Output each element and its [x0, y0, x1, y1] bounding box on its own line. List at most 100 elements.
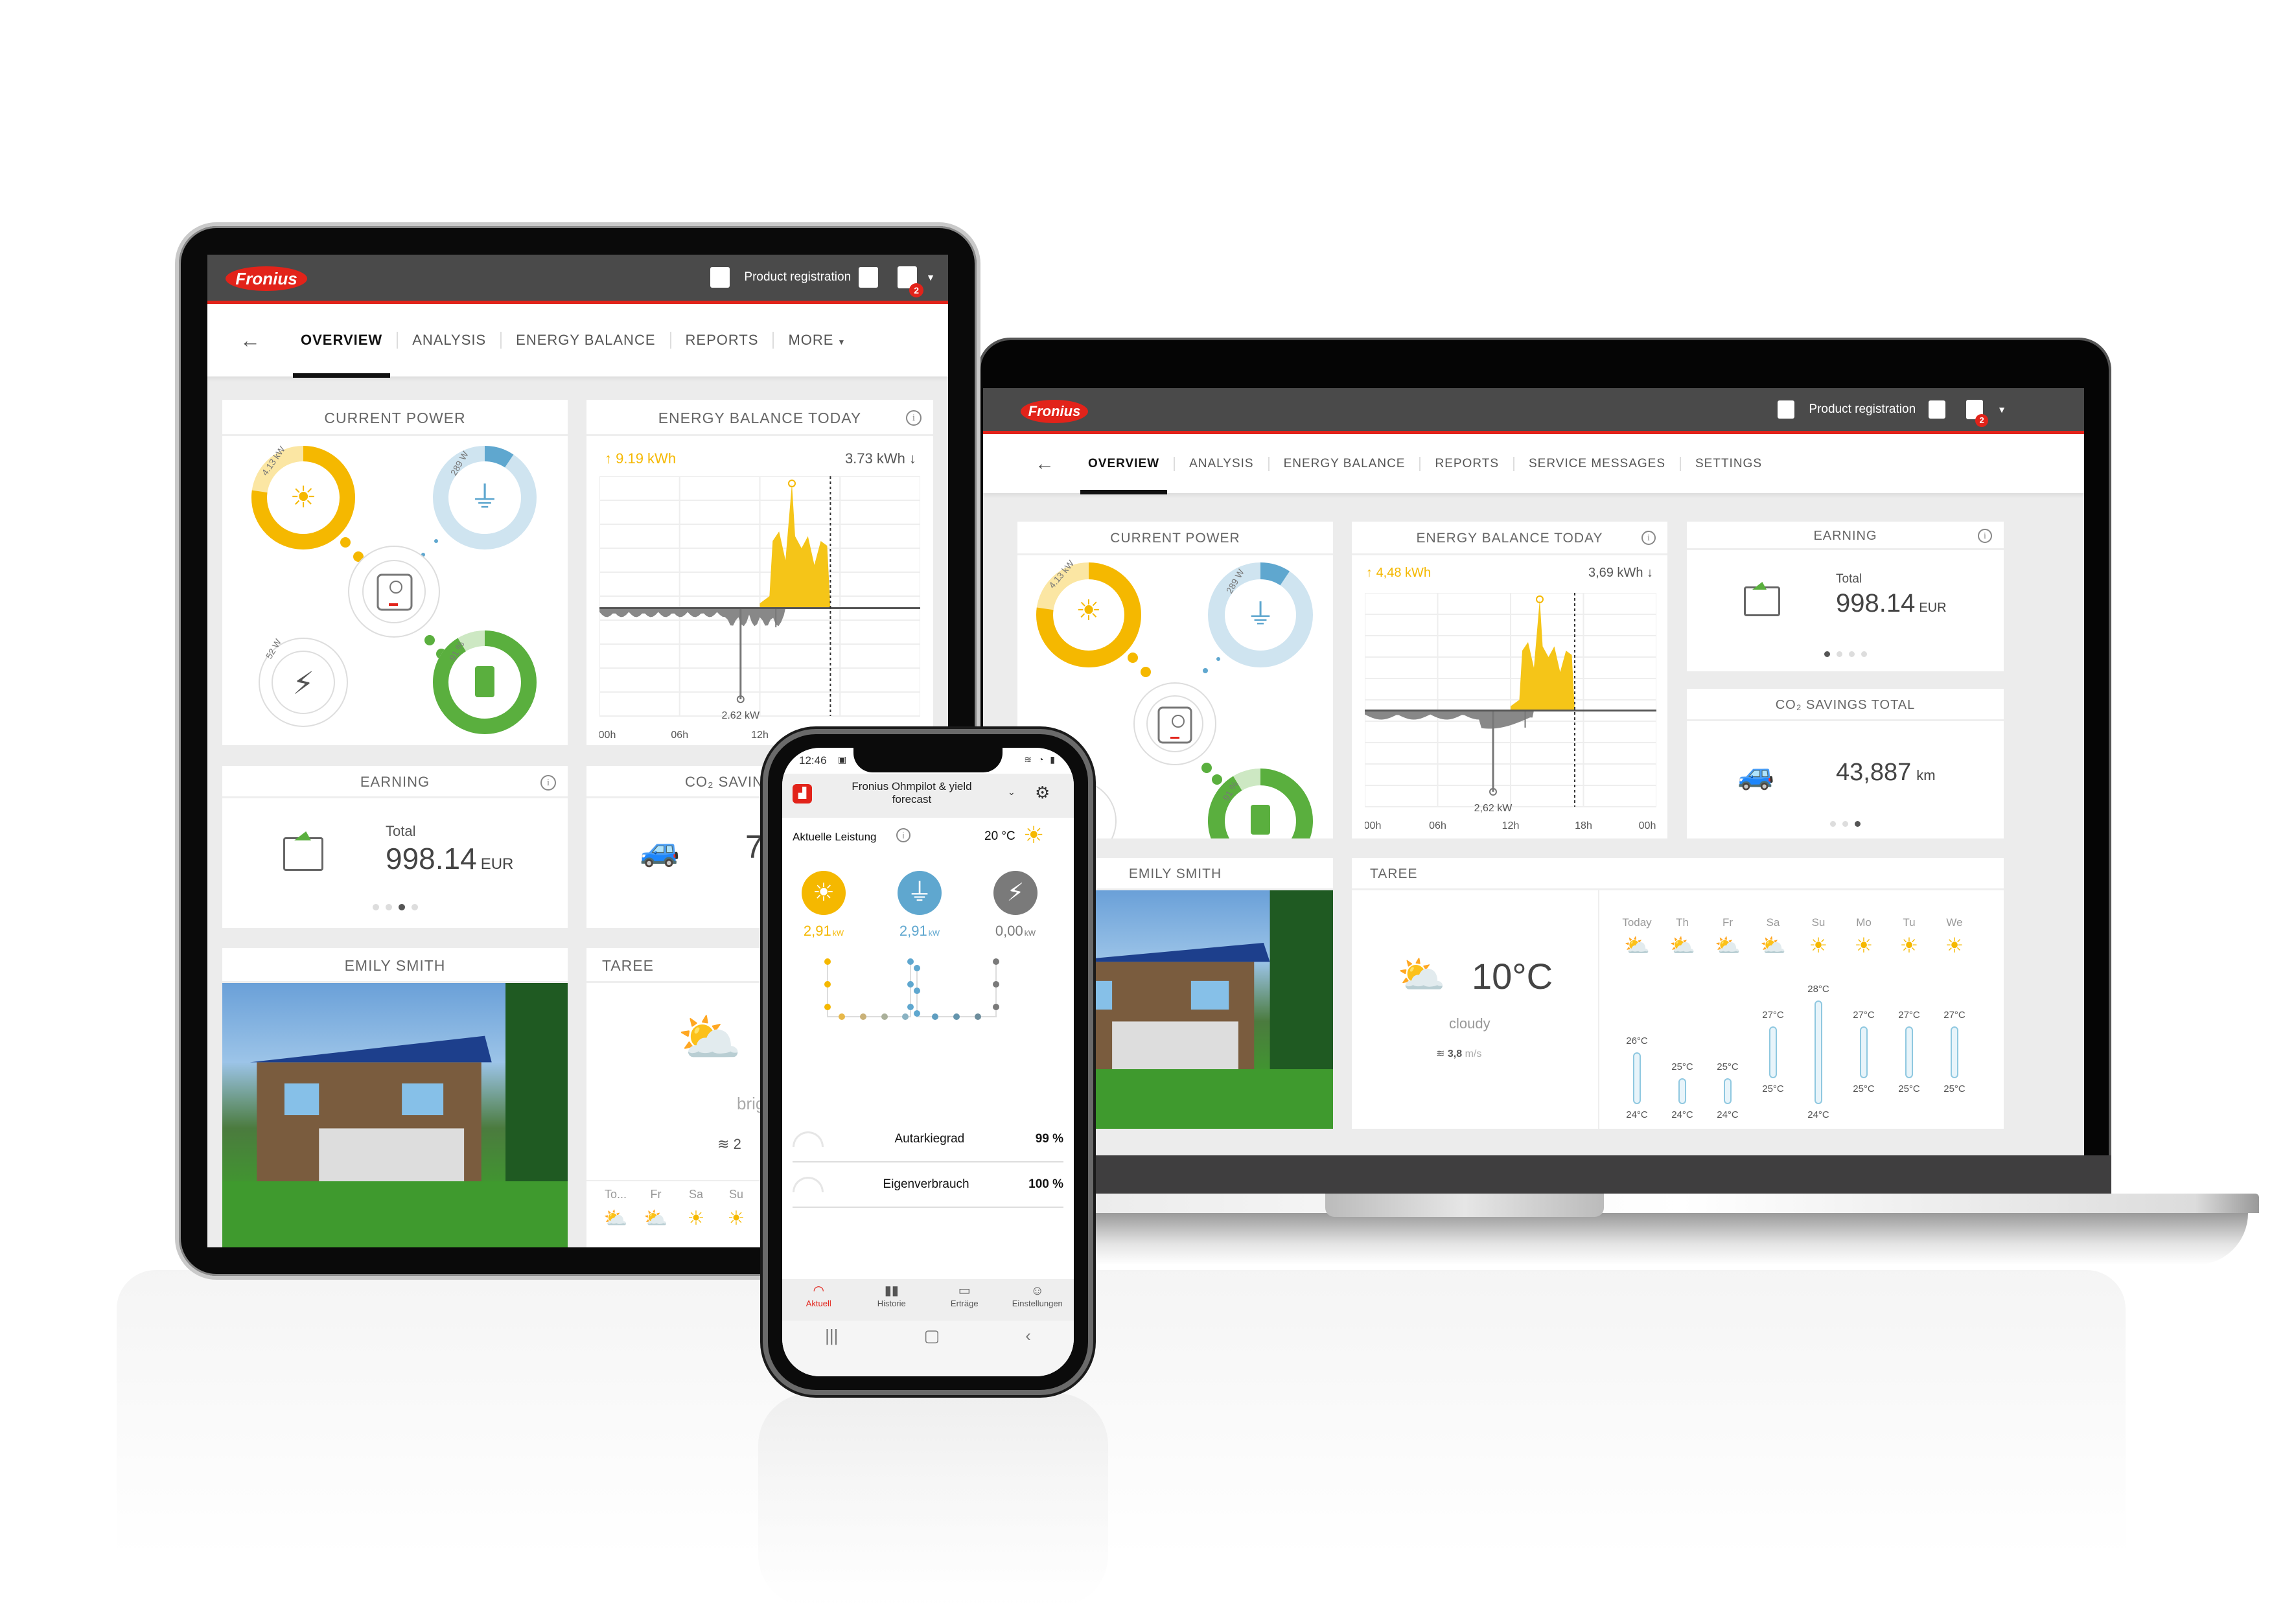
temperature-range-bar	[1905, 1026, 1913, 1078]
tab-service-messages[interactable]: SERVICE MESSAGES	[1513, 456, 1680, 471]
grid-pylon-icon: ⚡	[292, 667, 314, 701]
forecast-day-label: Su	[1811, 916, 1826, 929]
tab-more[interactable]: MORE ▼	[772, 332, 860, 349]
forecast-high: 27°C	[1898, 1010, 1920, 1021]
pager-dot[interactable]	[1848, 651, 1855, 657]
forecast-day-label: Sa	[688, 1188, 704, 1201]
pager-dot[interactable]	[1842, 821, 1848, 827]
pager-dot[interactable]	[1861, 651, 1867, 657]
wind-icon: ≋	[1436, 1048, 1445, 1059]
temperature-range-bar	[1633, 1052, 1641, 1104]
temperature-range-bar	[1724, 1078, 1732, 1104]
app-header: ▟ Fronius Ohmpilot & yield forecast ⌄ ⚙	[782, 774, 1074, 818]
pager-dot[interactable]	[1824, 651, 1830, 657]
tab-reports[interactable]: REPORTS	[1419, 456, 1513, 471]
laptop-base-shadow	[978, 1213, 2248, 1265]
registration-certificate-icon[interactable]	[859, 267, 879, 288]
pager-dot[interactable]	[372, 904, 379, 910]
info-icon[interactable]: i	[540, 775, 556, 791]
forecast-sun-icon: ☀	[727, 1208, 745, 1229]
tab-reports[interactable]: REPORTS	[669, 332, 773, 349]
plug-icon: ⏚	[470, 480, 500, 514]
back-icon[interactable]: ‹	[1025, 1326, 1031, 1346]
pager-dot[interactable]	[1836, 651, 1842, 657]
tab-settings[interactable]: SETTINGS	[1680, 456, 1776, 471]
tab-overview[interactable]: OVERVIEW	[286, 332, 397, 378]
account-dropdown-icon[interactable]: ▼	[1997, 404, 2006, 415]
forecast-day-label: Su	[728, 1188, 744, 1201]
forecast-day-label: To...	[604, 1188, 627, 1201]
forecast-sun-icon: ☀	[1945, 934, 1964, 957]
wallet-icon	[283, 831, 323, 871]
tab-overview[interactable]: OVERVIEW	[1074, 457, 1174, 494]
forecast-sun-icon: ☀	[1854, 934, 1873, 957]
pager-dot[interactable]	[411, 904, 418, 910]
metric-value: 99 %	[1035, 1132, 1063, 1146]
forecast-day-label: Mo	[1856, 916, 1872, 929]
user-account-icon[interactable]: 2	[898, 266, 924, 297]
back-arrow-icon[interactable]: ←	[1035, 453, 1054, 475]
tab-aktuell[interactable]: ◠ Aktuell	[782, 1279, 855, 1321]
pager-dot[interactable]	[1830, 821, 1836, 827]
account-dropdown-icon[interactable]: ▼	[926, 272, 935, 283]
pager-dot[interactable]	[398, 904, 405, 910]
laptop-chin	[980, 1155, 2111, 1196]
tab-analysis[interactable]: ANALYSIS	[1174, 456, 1268, 471]
info-icon[interactable]: i	[1978, 529, 1992, 543]
current-temperature: 10°C	[1472, 956, 1553, 997]
registration-certificate-icon[interactable]	[1929, 400, 1946, 419]
co2-value: 43,887 km	[1836, 759, 1936, 786]
earning-card: EARNING i Total 998.14 EUR	[1687, 522, 2004, 671]
tablet-nav: ← OVERVIEW ANALYSIS ENERGY BALANCE REPORTS M…	[207, 304, 948, 378]
earning-pager[interactable]	[1687, 649, 2004, 660]
wind-speed: ≋ 3,8 m/s	[1436, 1048, 1482, 1059]
support-headset-icon[interactable]	[1778, 400, 1795, 419]
pager-dot[interactable]	[385, 904, 392, 910]
metric-row[interactable]: Eigenverbrauch 100 %	[793, 1162, 1063, 1208]
tab-analysis[interactable]: ANALYSIS	[397, 332, 500, 349]
pager-dot[interactable]	[1855, 821, 1861, 827]
laptop-app-header: Fronius Product registration 2 ▼	[983, 388, 2084, 434]
x-tick-label: 06h	[1429, 820, 1446, 831]
co2-pager[interactable]	[1687, 818, 2004, 830]
product-registration-link[interactable]: Product registration	[744, 270, 851, 284]
notification-badge: 2	[909, 283, 924, 297]
energy-produced: ↑ 9.19 kWh	[605, 450, 677, 467]
support-headset-icon[interactable]	[710, 267, 730, 288]
forecast-day-label: Tu	[1903, 916, 1916, 929]
product-registration-link[interactable]: Product registration	[1809, 402, 1916, 417]
wind-speed: ≋ 2	[717, 1136, 741, 1152]
home-icon[interactable]: ▢	[924, 1326, 940, 1346]
info-icon[interactable]: i	[1641, 531, 1656, 545]
forecast-sun-icon: ☀	[1899, 934, 1919, 957]
system-selector[interactable]: Fronius Ohmpilot & yield forecast	[834, 780, 990, 806]
current-weather-icon: ⛅	[1397, 953, 1446, 997]
sun-icon: ☀	[1076, 595, 1101, 627]
fronius-logo[interactable]: Fronius	[226, 266, 307, 291]
info-icon[interactable]: i	[896, 828, 910, 842]
fronius-logo[interactable]: Fronius	[1021, 400, 1088, 423]
info-icon[interactable]: i	[906, 410, 922, 426]
user-account-icon[interactable]: 2	[1966, 400, 1989, 427]
chevron-down-icon[interactable]: ⌄	[1008, 787, 1015, 798]
earning-pager[interactable]	[222, 902, 568, 914]
earnings-icon: ▭	[958, 1284, 971, 1298]
forecast-low: 25°C	[1853, 1083, 1875, 1094]
metric-row[interactable]: Autarkiegrad 99 %	[793, 1117, 1063, 1162]
tab-historie[interactable]: ▮▮ Historie	[855, 1279, 929, 1321]
tab-energy-balance[interactable]: ENERGY BALANCE	[500, 332, 669, 349]
floor-reflection	[117, 1270, 2126, 1607]
recent-apps-icon[interactable]: |||	[825, 1326, 838, 1346]
tab-einstellungen[interactable]: ☺ Einstellungen	[1001, 1279, 1074, 1321]
tab-erträge[interactable]: ▭ Erträge	[928, 1279, 1001, 1321]
card-title: CURRENT POWER	[222, 400, 568, 436]
card-title: ENERGY BALANCE TODAY	[586, 400, 933, 436]
back-arrow-icon[interactable]: ←	[240, 329, 261, 353]
sun-weather-icon: ☀	[1023, 822, 1045, 848]
dropdown-caret-icon: ▼	[837, 338, 846, 347]
settings-gear-icon[interactable]: ⚙	[1035, 783, 1050, 803]
tab-energy-balance[interactable]: ENERGY BALANCE	[1268, 456, 1420, 471]
card-title: EMILY SMITH	[222, 948, 568, 983]
card-title: TAREE	[1352, 858, 2004, 890]
signal-battery-icons: ≋ ◔ ▮	[1024, 754, 1057, 765]
